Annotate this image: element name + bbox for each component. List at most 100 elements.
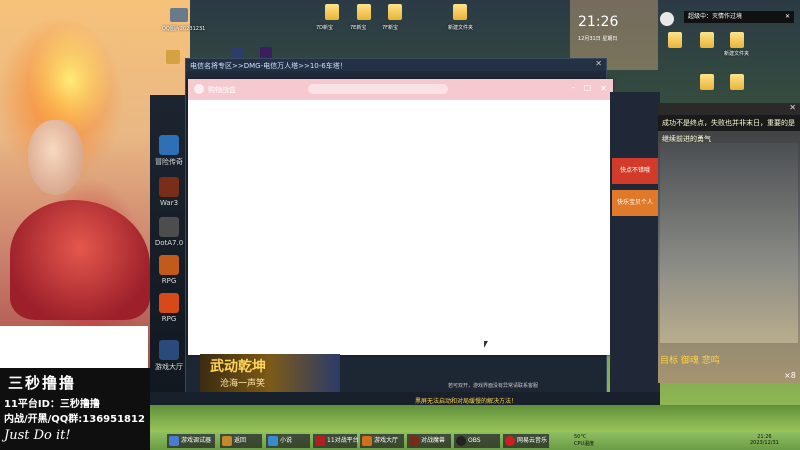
taskbar-item-label: 11对战平台: [327, 437, 359, 444]
launcher-tile-label: 游戏大厅: [155, 363, 183, 371]
game-icon: [159, 217, 179, 237]
desktop-folder-icon[interactable]: [668, 32, 682, 48]
tooltip-text: 超级中：灭情作过境: [688, 13, 743, 20]
streamer-name: 三秒撸撸: [8, 374, 77, 392]
cpu-temp-tray[interactable]: 50°C CPU温度: [574, 434, 594, 448]
launcher-tile[interactable]: RPG: [154, 255, 184, 285]
close-icon[interactable]: ✕: [595, 59, 602, 68]
window-titlebar: ✕: [658, 103, 800, 115]
app-icon: [409, 436, 419, 446]
desktop-app-icon[interactable]: [166, 50, 180, 64]
status-text: 若可双开，游戏界面没有异常请联系客服: [448, 383, 539, 389]
game-scene[interactable]: [660, 143, 798, 343]
taskbar-item[interactable]: 游戏调试器: [167, 434, 215, 448]
launcher-tile-label: RPG: [161, 315, 177, 323]
launcher-tile[interactable]: RPG: [154, 293, 184, 323]
game-icon: [159, 340, 179, 360]
desktop-icon-label: 新建文件夹: [448, 25, 474, 31]
notice-link[interactable]: 黑屏无法启动和对局缓慢的解决方法！: [415, 396, 517, 405]
game-hud-text: 目标 御魂 悲鸣: [660, 356, 720, 366]
wallpaper-foliage: [150, 405, 800, 432]
tray-clock[interactable]: 21:26 2023/12/31: [750, 434, 779, 446]
desktop-folder-icon[interactable]: [357, 4, 371, 20]
app-bottom-bar: [150, 392, 660, 406]
taskbar-item-label: 网易云音乐: [517, 437, 548, 444]
app-icon: [362, 436, 372, 446]
side-button[interactable]: 快乐宝贝个人: [612, 190, 658, 216]
app-logo-icon: [194, 84, 204, 94]
tray-date: 2023/12/31: [750, 440, 779, 446]
window-title: 电信名将专区>>DMG-电信万人塔>>10-6车塔！: [190, 62, 347, 70]
desktop-folder-icon[interactable]: [388, 4, 402, 20]
game-window: ✕ 成功不是终点，失败也并非末日，重要的是继续前进的勇气: [658, 103, 800, 383]
clock-date: 12月31日 星期日: [578, 36, 618, 42]
close-icon[interactable]: ✕: [600, 84, 607, 93]
taskbar-item[interactable]: 网易云音乐: [503, 434, 549, 448]
game-icon: [159, 177, 179, 197]
artwork-face: [28, 120, 83, 195]
taskbar-item[interactable]: 对战魔兽: [407, 434, 451, 448]
game-icon: [159, 293, 179, 313]
taskbar-item-label: 返回: [234, 437, 247, 444]
desktop-icon-label: 7D新宝: [316, 25, 334, 31]
taskbar-item-label: 对战魔兽: [421, 437, 446, 444]
taskbar-item[interactable]: 小说: [266, 434, 310, 448]
maximize-icon[interactable]: □: [583, 83, 591, 92]
desktop-folder-icon[interactable]: [700, 32, 714, 48]
desktop-icon-label: 7E新宝: [350, 25, 367, 31]
window-title: 购物战盒: [208, 86, 236, 94]
streamer-info-card: 三秒撸撸 11平台ID：三秒撸撸 内战/开黑/QQ群:136951812 Jus…: [0, 368, 150, 450]
desktop-icon-label: 新建文件夹: [724, 51, 750, 57]
overlay-blank-box: [0, 326, 148, 368]
game-icon: [159, 135, 179, 155]
desktop-folder-icon[interactable]: [730, 32, 744, 48]
taskbar-item-label: 小说: [280, 437, 293, 444]
window-titlebar: 电信名将专区>>DMG-电信万人塔>>10-6车塔！ ✕: [186, 59, 606, 71]
taskbar-item[interactable]: 返回: [220, 434, 262, 448]
app-icon: [169, 436, 179, 446]
desktop-folder-icon[interactable]: [325, 4, 339, 20]
banner-title: 武动乾坤: [210, 359, 266, 375]
cpu-temp-value: 50°C: [574, 434, 587, 440]
launcher-tile[interactable]: 冒险传奇: [154, 135, 184, 167]
launcher-tile[interactable]: DotA7.0: [154, 217, 184, 247]
banner-subtitle: 沧海一声笑: [220, 379, 266, 389]
netease-music-icon: [505, 436, 515, 446]
side-button[interactable]: 快点不错哦: [612, 158, 658, 184]
taskbar-item[interactable]: OBS: [454, 434, 500, 448]
desktop-icon-label: QQ图片20231231: [162, 26, 206, 32]
close-icon[interactable]: ✕: [785, 11, 790, 23]
app-icon: [315, 436, 325, 446]
taskbar-item-label: 游戏调试器: [181, 437, 212, 444]
taskbar-item[interactable]: 11对战平台: [313, 434, 359, 448]
streamer-platform-id: 11平台ID：三秒撸撸: [4, 399, 100, 410]
desktop-folder-icon[interactable]: [700, 74, 714, 90]
launcher-tile[interactable]: War3: [154, 177, 184, 207]
cloud-icon[interactable]: [660, 12, 674, 26]
browser-titlebar: 购物战盒 ✕ □ –: [188, 79, 613, 100]
notification-tooltip: 超级中：灭情作过境 ✕: [684, 11, 794, 23]
side-panel: 快点不错哦 快乐宝贝个人: [610, 92, 660, 392]
game-counter: ×8: [784, 371, 796, 380]
taskbar-item-label: OBS: [468, 437, 481, 444]
desktop-folder-icon[interactable]: [453, 4, 467, 20]
launcher-tile[interactable]: 游戏大厅: [154, 340, 184, 372]
streamer-qq-group: 内战/开黑/QQ群:136951812: [4, 414, 145, 425]
cpu-temp-label: CPU温度: [574, 441, 595, 447]
minimize-icon[interactable]: –: [571, 83, 575, 92]
browser-window: 购物战盒 ✕ □ –: [188, 79, 613, 355]
game-banner: 成功不是终点，失败也并非末日，重要的是继续前进的勇气: [658, 115, 800, 143]
launcher-tile-label: RPG: [161, 277, 177, 285]
taskbar-item[interactable]: 游戏大厅: [360, 434, 404, 448]
close-icon[interactable]: ✕: [789, 103, 796, 112]
app-icon: [268, 436, 278, 446]
page-content[interactable]: [188, 100, 613, 355]
desktop-image-icon[interactable]: [170, 8, 188, 22]
game-icon: [159, 255, 179, 275]
app-icon: [222, 436, 232, 446]
streamer-slogan: Just Do it!: [4, 428, 71, 443]
banner-ad[interactable]: 武动乾坤 沧海一声笑: [200, 354, 340, 392]
desktop-folder-icon[interactable]: [730, 74, 744, 90]
address-bar[interactable]: [308, 84, 448, 94]
mouse-cursor-icon: [484, 341, 488, 348]
